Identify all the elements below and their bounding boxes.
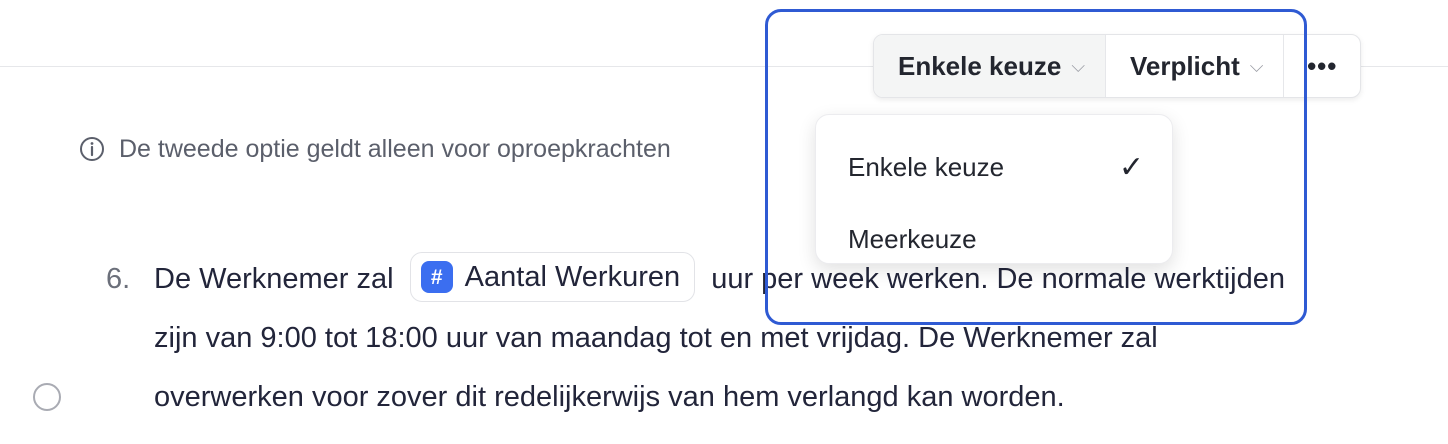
- clause-number: 6.: [106, 263, 131, 295]
- checkmark-icon: ✓: [1118, 150, 1144, 184]
- info-icon: [79, 136, 105, 162]
- more-icon: •••: [1307, 50, 1338, 81]
- clause-body[interactable]: De Werknemer zal # Aantal Werkuren uur p…: [154, 250, 1296, 427]
- question-toolbar: Enkele keuze ⌵ Verplicht ⌵ •••: [873, 34, 1361, 98]
- chevron-down-icon: ⌵: [1249, 55, 1264, 76]
- required-label: Verplicht: [1129, 50, 1240, 81]
- clause-text-before: De Werknemer zal: [154, 263, 394, 295]
- question-type-label: Enkele keuze: [898, 50, 1062, 81]
- info-note-text: De tweede optie geldt alleen voor oproep…: [119, 134, 671, 163]
- chevron-down-icon: ⌵: [1071, 55, 1085, 76]
- clause-6: 6. De Werknemer zal # Aantal Werkuren uu…: [106, 250, 1296, 427]
- clause-option-radio[interactable]: [33, 383, 61, 411]
- required-dropdown[interactable]: Verplicht ⌵: [1106, 35, 1285, 97]
- question-type-menu: Enkele keuze ✓ Meerkeuze: [815, 114, 1173, 264]
- question-type-dropdown[interactable]: Enkele keuze ⌵: [874, 35, 1106, 97]
- menu-item-label: Enkele keuze: [848, 151, 1005, 182]
- info-note: De tweede optie geldt alleen voor oproep…: [79, 131, 671, 167]
- menu-item-label: Meerkeuze: [848, 223, 977, 254]
- more-options-button[interactable]: •••: [1284, 35, 1360, 97]
- hash-icon: #: [420, 261, 453, 294]
- variable-chip-label: Aantal Werkuren: [464, 260, 681, 293]
- variable-chip-aantal-werkuren[interactable]: # Aantal Werkuren: [409, 252, 696, 303]
- menu-item-enkele-keuze[interactable]: Enkele keuze ✓: [848, 142, 1144, 192]
- menu-item-meerkeuze[interactable]: Meerkeuze: [848, 214, 1144, 264]
